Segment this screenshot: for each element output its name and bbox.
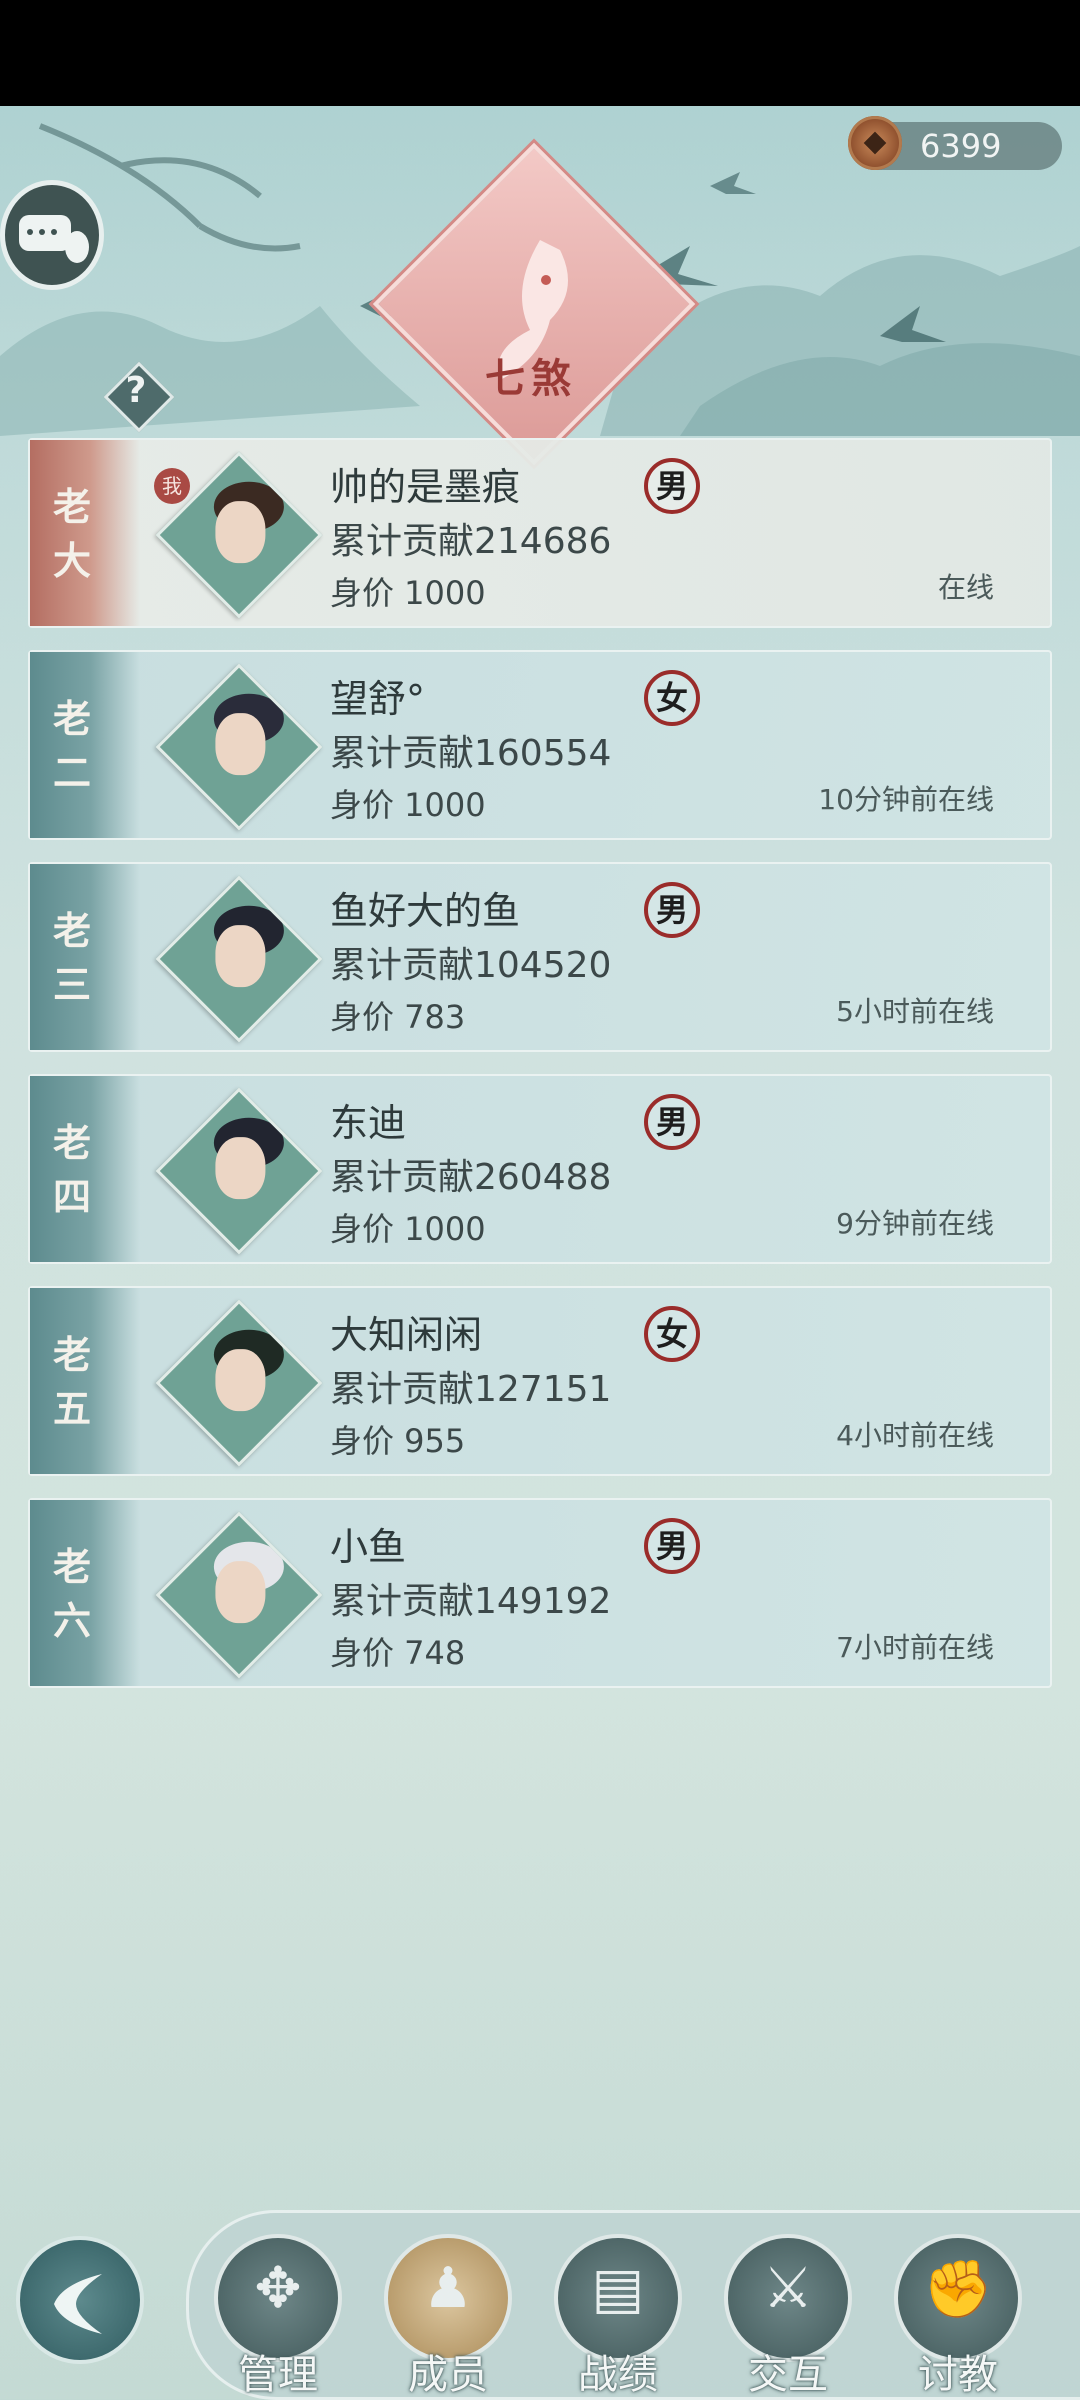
member-worth: 身价 783	[330, 998, 466, 1036]
gourd-icon	[65, 231, 89, 263]
me-badge: 我	[154, 468, 190, 504]
nav-label: 管理	[238, 2352, 318, 2398]
member-name: 望舒°	[330, 677, 426, 721]
member-status: 4小时前在线	[836, 1419, 994, 1452]
member-rank: 老四	[52, 1120, 91, 1219]
help-button[interactable]: ?	[103, 361, 175, 433]
nav-label: 交互	[748, 2352, 828, 2398]
gender-male-icon: 男	[644, 458, 700, 514]
back-arrow-icon	[54, 2274, 102, 2334]
nav-item-duel[interactable]: ✊ 讨教	[890, 2232, 1026, 2400]
gender-female-icon: 女	[644, 670, 700, 726]
gender-male-icon: 男	[644, 1518, 700, 1574]
member-card[interactable]: 老三 鱼好大的鱼 累计贡献104520 身价 783 男 5小时前在线	[28, 862, 1052, 1052]
member-contribution: 累计贡献260488	[330, 1157, 612, 1198]
member-contribution: 累计贡献160554	[330, 733, 612, 774]
member-card[interactable]: 老大 我 帅的是墨痕 累计贡献214686 身价 1000 男 在线	[28, 438, 1052, 628]
nav-item-members[interactable]: ♟ 成员	[380, 2232, 516, 2400]
member-rank: 老六	[52, 1544, 91, 1643]
member-avatar	[155, 1299, 323, 1467]
member-contribution: 累计贡献104520	[330, 945, 612, 986]
member-name: 小鱼	[330, 1525, 407, 1569]
member-worth: 身价 1000	[330, 1210, 486, 1248]
nav-item-record[interactable]: ▤ 战绩	[550, 2232, 686, 2400]
chat-button[interactable]	[0, 180, 104, 290]
member-contribution: 累计贡献127151	[330, 1369, 612, 1410]
nav-label: 成员	[408, 2352, 488, 2398]
member-card[interactable]: 老四 东迪 累计贡献260488 身价 1000 男 9分钟前在线	[28, 1074, 1052, 1264]
member-status: 9分钟前在线	[836, 1207, 994, 1240]
member-avatar	[155, 875, 323, 1043]
member-status: 10分钟前在线	[818, 783, 994, 816]
member-contribution: 累计贡献214686	[330, 521, 612, 562]
status-bar	[0, 0, 1080, 106]
nav-item-interact[interactable]: ⚔ 交互	[720, 2232, 856, 2400]
member-status: 5小时前在线	[836, 995, 994, 1028]
copper-coin-icon	[848, 116, 902, 170]
member-rank: 老二	[52, 696, 91, 795]
member-contribution: 累计贡献149192	[330, 1581, 612, 1622]
chat-icon	[19, 215, 71, 251]
interact-icon: ⚔	[762, 2256, 814, 2321]
member-status: 7小时前在线	[836, 1631, 994, 1664]
scroll-icon: ▤	[591, 2256, 645, 2321]
member-worth: 身价 1000	[330, 786, 486, 824]
member-name: 帅的是墨痕	[330, 465, 521, 509]
faction-name: 七煞	[485, 355, 577, 402]
nav-item-management[interactable]: ✥ 管理	[210, 2232, 346, 2400]
member-card[interactable]: 老五 大知闲闲 累计贡献127151 身价 955 女 4小时前在线	[28, 1286, 1052, 1476]
member-rank: 老三	[52, 908, 91, 1007]
member-worth: 身价 748	[330, 1634, 466, 1672]
management-icon: ✥	[254, 2256, 302, 2321]
member-status: 在线	[937, 571, 994, 604]
member-worth: 身价 955	[330, 1422, 466, 1460]
member-card[interactable]: 老六 小鱼 累计贡献149192 身价 748 男 7小时前在线	[28, 1498, 1052, 1688]
member-rank: 老大	[52, 484, 91, 583]
member-name: 大知闲闲	[330, 1313, 483, 1357]
currency-value: 6399	[920, 127, 1002, 165]
nav-label: 战绩	[578, 2352, 658, 2398]
duel-icon: ✊	[923, 2257, 993, 2322]
member-worth: 身价 1000	[330, 574, 486, 612]
nav-label: 讨教	[918, 2352, 998, 2398]
gender-male-icon: 男	[644, 1094, 700, 1150]
member-name: 鱼好大的鱼	[330, 889, 521, 933]
help-icon: ?	[125, 370, 147, 411]
member-rank: 老五	[52, 1332, 91, 1431]
members-icon: ♟	[422, 2256, 474, 2321]
member-name: 东迪	[330, 1101, 407, 1145]
member-avatar	[155, 1087, 323, 1255]
gender-male-icon: 男	[644, 882, 700, 938]
member-avatar	[155, 663, 323, 831]
gender-female-icon: 女	[644, 1306, 700, 1362]
back-button[interactable]	[16, 2236, 144, 2364]
member-avatar	[155, 1511, 323, 1679]
member-card[interactable]: 老二 望舒° 累计贡献160554 身价 1000 女 10分钟前在线	[28, 650, 1052, 840]
